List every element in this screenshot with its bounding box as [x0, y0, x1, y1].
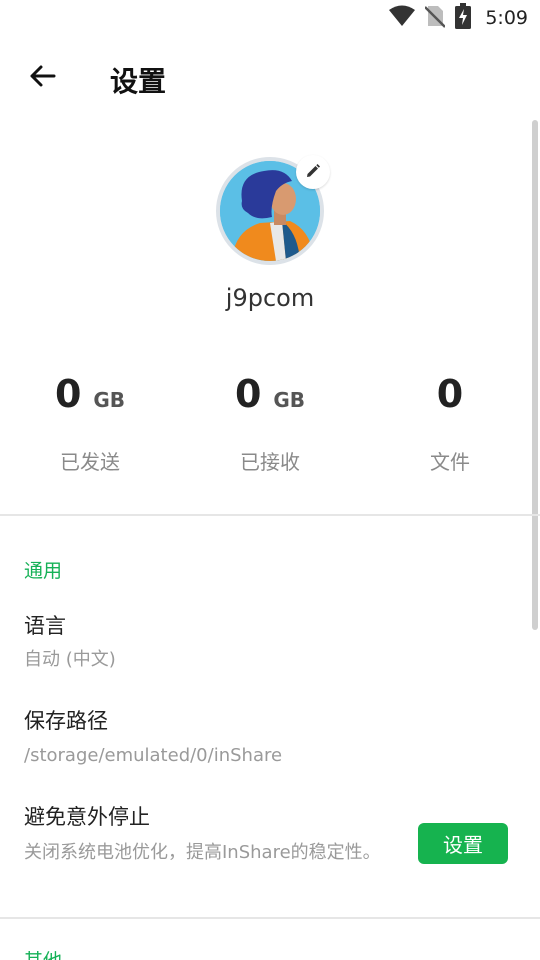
arrow-left-icon: [28, 64, 56, 92]
avatar-container[interactable]: [216, 155, 330, 265]
stat-files-label: 文件: [430, 450, 470, 474]
stat-received-unit: GB: [273, 388, 306, 412]
stat-sent-label: 已发送: [60, 450, 120, 474]
status-time: 5:09: [485, 7, 528, 29]
stat-received: 0 GB 已接收: [180, 372, 360, 475]
stat-sent: 0 GB 已发送: [0, 372, 180, 475]
stat-received-label: 已接收: [240, 450, 300, 474]
stat-sent-value: 0: [54, 372, 82, 416]
section-header-general: 通用: [24, 560, 63, 582]
setting-language-value: 自动 (中文): [24, 649, 116, 670]
setting-save-path-title: 保存路径: [24, 709, 108, 733]
no-sim-icon: [424, 4, 447, 32]
wifi-icon: [389, 5, 416, 31]
back-button[interactable]: [22, 58, 62, 98]
stat-files: 0 文件: [360, 372, 540, 475]
setting-prevent-stop-title: 避免意外停止: [24, 805, 150, 829]
username: j9pcom: [225, 284, 315, 312]
stat-received-value: 0: [234, 372, 262, 416]
divider: [0, 514, 540, 516]
edit-avatar-button[interactable]: [296, 155, 330, 189]
status-bar: 5:09: [0, 0, 540, 36]
stat-sent-unit: GB: [93, 388, 126, 412]
setting-language-title: 语言: [24, 614, 66, 638]
stat-files-value: 0: [436, 372, 464, 416]
status-icons: 5:09: [389, 3, 528, 33]
page-title: 设置: [110, 65, 167, 98]
battery-settings-button[interactable]: 设置: [418, 823, 508, 864]
divider: [0, 917, 540, 919]
setting-save-path-value: /storage/emulated/0/inShare: [24, 745, 283, 766]
app-bar: 设置: [0, 36, 540, 120]
pencil-icon: [306, 163, 320, 182]
section-header-other: 其他: [24, 946, 62, 960]
setting-prevent-stop-description: 关闭系统电池优化，提高InShare的稳定性。: [24, 842, 381, 863]
battery-charging-icon: [455, 3, 472, 33]
